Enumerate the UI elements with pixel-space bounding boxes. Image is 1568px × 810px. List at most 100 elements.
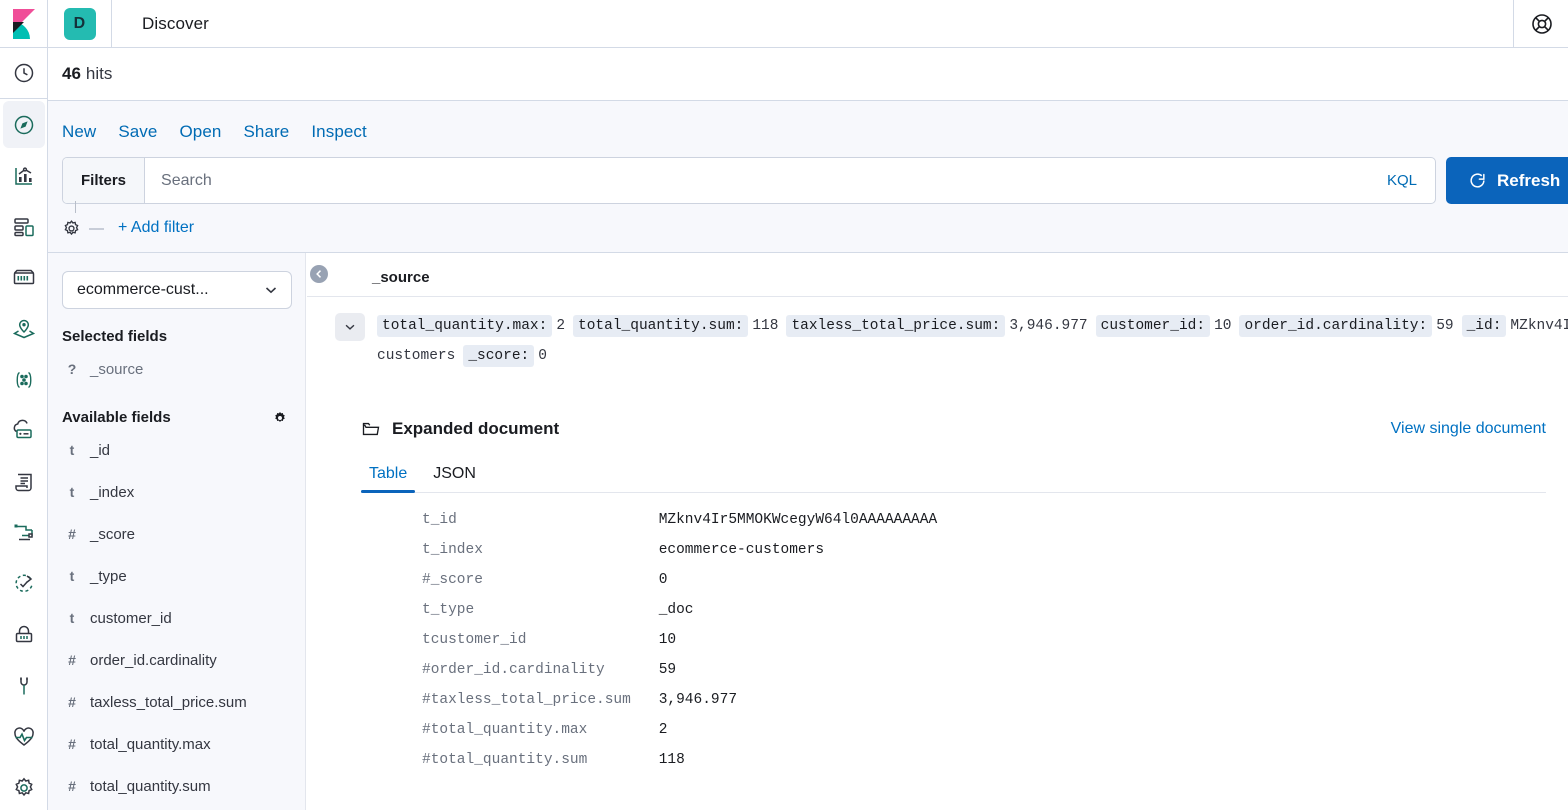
sidebar-field-taxless_total_price-sum[interactable]: # taxless_total_price.sum [62, 681, 291, 723]
bar-chart-icon [15, 166, 32, 185]
rail-item-management[interactable] [0, 762, 48, 810]
table-row[interactable]: # taxless_total_price.sum 3,946.977 [307, 685, 1568, 715]
tab-table[interactable]: Table [361, 465, 416, 493]
sidebar-field-_type[interactable]: t _type [62, 555, 291, 597]
page-title: Discover [142, 13, 209, 33]
row-field-value: _doc [658, 602, 694, 618]
row-field-value: 3,946.977 [658, 692, 738, 708]
refresh-icon [1470, 173, 1485, 188]
field-type-icon: t [69, 610, 75, 626]
row-type-icon: # [422, 722, 431, 738]
topnav-save[interactable]: Save [118, 122, 157, 142]
row-type-icon: # [422, 752, 431, 768]
rail-item-uptime[interactable] [0, 558, 48, 609]
help-button[interactable] [1513, 0, 1568, 47]
field-type-icon: # [68, 778, 76, 794]
doc-column-header-source: _source [307, 253, 1568, 297]
rail-item-monitoring[interactable] [0, 711, 48, 762]
expanded-document-table: t _id MZknv4Ir5MMOKWcegyW64l0AAAAAAAAA t… [307, 505, 1568, 775]
table-row[interactable]: # _score 0 [307, 565, 1568, 595]
rail-item-apm[interactable] [0, 507, 48, 558]
available-fields-label: Available fields [62, 409, 171, 426]
expand-row-toggle[interactable] [335, 313, 365, 341]
row-field-value: MZknv4Ir5MMOKWcegyW64l0AAAAAAAAA [658, 512, 938, 528]
rail-item-canvas[interactable] [0, 252, 48, 303]
available-fields-title: Available fields [62, 409, 291, 426]
rail-item-visualize[interactable] [0, 150, 48, 201]
space-badge-container[interactable]: D [48, 0, 112, 47]
sidebar-field-_score[interactable]: # _score [62, 513, 291, 555]
hits-bar: 46 hits [48, 48, 1568, 101]
field-type-icon: t [69, 484, 75, 500]
filters-button[interactable]: Filters [63, 158, 146, 203]
rail-item-dev-tools[interactable] [0, 660, 48, 711]
table-row[interactable]: t _index ecommerce-customers [307, 535, 1568, 565]
topnav-new[interactable]: New [62, 122, 96, 142]
sidebar-field-total_quantity-max[interactable]: # total_quantity.max [62, 723, 291, 765]
refresh-label: Refresh [1497, 170, 1561, 190]
row-field-value: ecommerce-customers [658, 542, 825, 558]
rail-item-security[interactable] [0, 609, 48, 660]
table-row[interactable]: # total_quantity.max 2 [307, 715, 1568, 745]
sidebar-field-_id[interactable]: t _id [62, 429, 291, 471]
query-language-button[interactable]: KQL [1369, 158, 1435, 203]
field-name: _index [90, 483, 135, 501]
row-type-icon: t [422, 602, 431, 618]
source-value: 0 [538, 348, 547, 364]
wrench-icon [20, 677, 28, 694]
field-name: _id [90, 441, 111, 459]
topnav-share[interactable]: Share [243, 122, 289, 142]
sidebar-field-_source[interactable]: ? _source [62, 348, 291, 390]
table-row[interactable]: # order_id.cardinality 59 [307, 655, 1568, 685]
source-key: order_id.cardinality: [1239, 315, 1433, 337]
rail-item-logs[interactable] [0, 456, 48, 507]
heartbeat-icon [14, 726, 34, 746]
search-row: Filters KQL Refresh [48, 149, 1568, 207]
chevron-down-icon [265, 287, 277, 294]
rail-item-infrastructure[interactable] [0, 405, 48, 456]
tab-json[interactable]: JSON [425, 465, 484, 492]
chevron-down-icon [345, 324, 355, 330]
topnav-open[interactable]: Open [179, 122, 221, 142]
space-badge[interactable]: D [63, 7, 96, 40]
rail-item-machine-learning[interactable] [0, 354, 48, 405]
field-sidebar: ecommerce-cust... Selected fields ? _sou… [48, 253, 306, 810]
table-row[interactable]: t _type _doc [307, 595, 1568, 625]
rail-item-dashboard[interactable] [0, 201, 48, 252]
selected-fields-label: Selected fields [62, 328, 168, 345]
table-row[interactable]: t customer_id 10 [307, 625, 1568, 655]
filter-options-gear-icon[interactable] [62, 219, 81, 238]
table-row[interactable]: # total_quantity.sum 118 [307, 745, 1568, 775]
expanded-document-header: Expanded document View single document [307, 383, 1568, 439]
row-field-name: _id [430, 512, 457, 528]
fields-settings-gear-icon[interactable] [273, 411, 287, 425]
canvas-icon [13, 269, 35, 284]
source-key: _score: [463, 345, 535, 367]
view-single-document-link[interactable]: View single document [1391, 420, 1546, 438]
row-field-name: order_id.cardinality [430, 662, 605, 678]
field-name: _score [90, 525, 136, 543]
row-field-name: customer_id [430, 632, 527, 648]
rail-item-discover[interactable] [0, 99, 48, 150]
refresh-button[interactable]: Refresh [1446, 157, 1568, 204]
infra-icon [13, 419, 32, 438]
add-filter-button[interactable]: + Add filter [118, 219, 194, 237]
primary-nav-rail [0, 48, 48, 810]
sidebar-field-customer_id[interactable]: t customer_id [62, 597, 291, 639]
sidebar-collapse-button[interactable] [310, 265, 328, 283]
hits-count: 46 [62, 64, 81, 83]
topnav-inspect[interactable]: Inspect [311, 122, 367, 142]
sidebar-field-order_id-cardinality[interactable]: # order_id.cardinality [62, 639, 291, 681]
rail-item-recently-viewed[interactable] [0, 48, 48, 99]
rail-item-maps[interactable] [0, 303, 48, 354]
sidebar-field-total_quantity-sum[interactable]: # total_quantity.sum [62, 765, 291, 807]
kibana-logo[interactable] [0, 0, 48, 47]
search-input[interactable] [145, 158, 1369, 203]
kibana-logo-icon [12, 8, 35, 39]
sidebar-field-_index[interactable]: t _index [62, 471, 291, 513]
index-pattern-select[interactable]: ecommerce-cust... [62, 271, 292, 309]
row-field-name: total_quantity.max [430, 722, 588, 738]
top-nav-menu: New Save Open Share Inspect [48, 101, 1568, 149]
table-row[interactable]: t _id MZknv4Ir5MMOKWcegyW64l0AAAAAAAAA [307, 505, 1568, 535]
row-field-name: _index [430, 542, 483, 558]
